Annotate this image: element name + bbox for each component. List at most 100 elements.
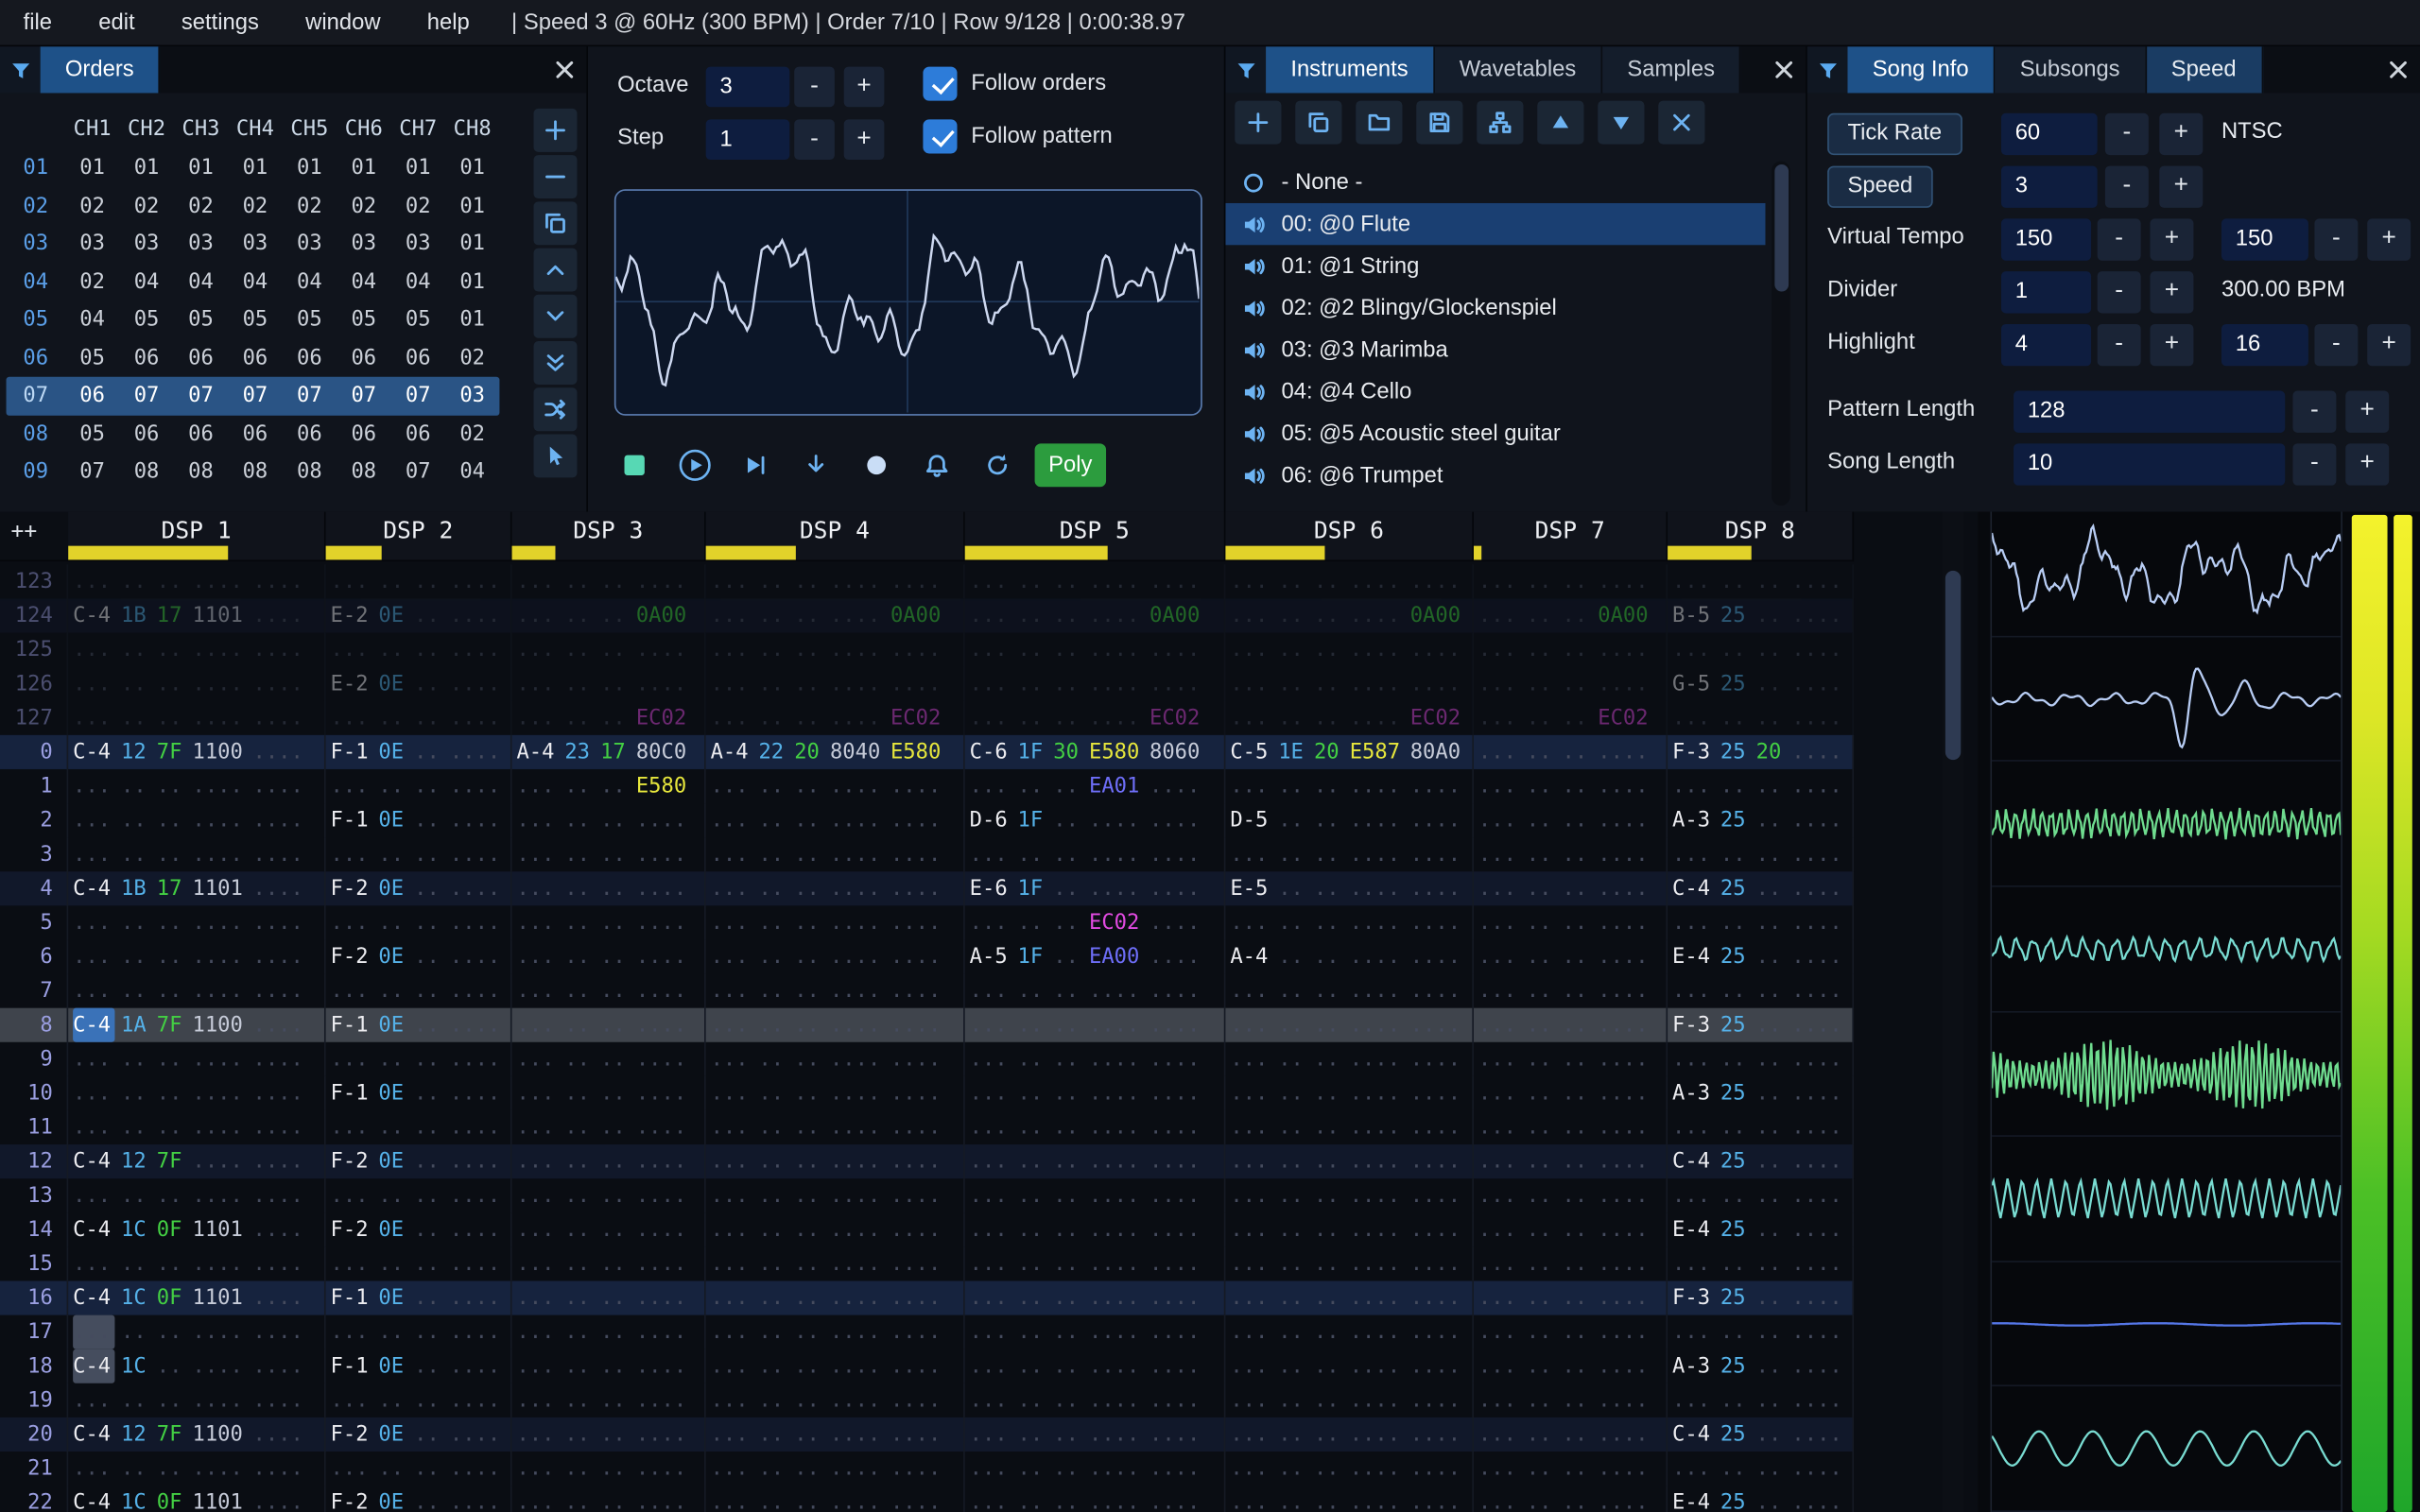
order-row-08[interactable]: 08 05 06 06 06 06 06 06 02 [7, 415, 500, 453]
order-cell[interactable]: 01 [445, 269, 499, 294]
order-cell[interactable]: 06 [119, 346, 173, 370]
order-cell[interactable]: 04 [228, 269, 282, 294]
pattern-cell[interactable]: ........... [512, 632, 706, 667]
repeat-pattern-button[interactable] [975, 442, 1021, 489]
speed-input[interactable]: 3 [2000, 165, 2098, 208]
pattern-cell[interactable]: ........... [1474, 1486, 1668, 1512]
pattern-cell[interactable]: ........... [326, 1109, 512, 1145]
pattern-cell[interactable]: A-3 25...... [1668, 1349, 1855, 1383]
tick-rate-decrease-button[interactable]: - [2104, 112, 2149, 156]
pattern-cell[interactable]: ............... [706, 871, 965, 906]
order-cell[interactable]: 07 [119, 384, 173, 408]
duplicate-order-button[interactable] [533, 201, 578, 246]
pattern-cell[interactable]: ............... [68, 564, 326, 599]
pattern-cell[interactable]: ........... [1474, 837, 1668, 872]
pattern-cell[interactable]: ............... [1225, 1246, 1474, 1281]
pattern-cell[interactable]: F-2 0E...... [326, 1486, 512, 1512]
pattern-cell[interactable]: ....... 0A00 [1474, 598, 1668, 633]
pattern-cell[interactable]: F-3 25...... [1668, 1007, 1855, 1042]
order-cell[interactable]: 02 [337, 194, 390, 218]
pattern-cell[interactable]: ............... [965, 1007, 1226, 1042]
pattern-cell[interactable]: ........... [1668, 1178, 1855, 1213]
pattern-cell[interactable]: C-6 1F 30 E580 8060 [965, 734, 1226, 769]
pattern-cell[interactable]: ........... [1668, 1452, 1855, 1486]
pattern-cell[interactable]: F-1 0E...... [326, 1349, 512, 1383]
order-cell[interactable]: 04 [337, 269, 390, 294]
pattern-cell[interactable]: ............... [68, 1383, 326, 1418]
pattern-cell[interactable]: ........... [1474, 1075, 1668, 1110]
pattern-cell[interactable]: F-2 0E...... [326, 1212, 512, 1247]
order-cell[interactable]: 03 [119, 232, 173, 256]
order-cell[interactable]: 06 [391, 346, 445, 370]
pattern-cell[interactable]: ............... [68, 1041, 326, 1076]
pattern-cell[interactable]: E-4 25...... [1668, 1212, 1855, 1247]
instrument-list-scrollbar[interactable] [1772, 161, 1790, 506]
order-cell[interactable]: 05 [283, 307, 337, 332]
pattern-cell[interactable]: ........... [1474, 632, 1668, 667]
pattern-cell[interactable]: ........... [512, 905, 706, 940]
pattern-cell[interactable]: E-2 0E...... [326, 598, 512, 633]
pattern-cell[interactable]: A-4 22 20 8040 E580 [706, 734, 965, 769]
pattern-cell[interactable]: ........... [1668, 1041, 1855, 1076]
pattern-cell[interactable]: ............... [68, 1314, 326, 1349]
pattern-cell[interactable]: ........... [1668, 905, 1855, 940]
pattern-cell[interactable]: ............... [965, 1417, 1226, 1452]
highlight-second-input[interactable]: 16 [2221, 323, 2308, 367]
pattern-cell[interactable]: ........... 0A00 [1225, 598, 1474, 633]
pattern-cell[interactable]: ........... [512, 1007, 706, 1042]
order-cell[interactable]: 06 [337, 421, 390, 446]
pattern-cell[interactable]: ........... EC02 [706, 700, 965, 735]
delete-instrument-button[interactable] [1658, 100, 1705, 145]
pattern-cell[interactable]: ............... [68, 632, 326, 667]
tick-rate-increase-button[interactable]: + [2159, 112, 2204, 156]
pattern-cell[interactable]: ............... [965, 837, 1226, 872]
order-edit-mode-button[interactable] [533, 434, 578, 478]
pattern-cell[interactable]: ............... [965, 1075, 1226, 1110]
pattern-cell[interactable]: C-4 12 7F........ [68, 1144, 326, 1179]
pattern-cell[interactable]: F-2 0E...... [326, 1144, 512, 1179]
tab-song-info[interactable]: Song Info [1847, 46, 1996, 94]
pattern-cell[interactable]: ........... [326, 1383, 512, 1418]
pattern-cell[interactable]: ............... [706, 1349, 965, 1383]
pattern-cell[interactable]: ............... [965, 1212, 1226, 1247]
pattern-cell[interactable]: ............... [965, 1109, 1226, 1145]
pattern-cell[interactable]: ............... [706, 1075, 965, 1110]
highlight-first-decrease-button[interactable]: - [2097, 323, 2141, 367]
pattern-cell[interactable]: ....... EC02.... [965, 905, 1226, 940]
pattern-cell[interactable]: ............... [1225, 1212, 1474, 1247]
pattern-expand-button[interactable]: ++ [0, 512, 68, 560]
pattern-cell[interactable]: ............... [965, 1314, 1226, 1349]
instrument-item[interactable]: 03: @3 Marimba [1225, 329, 1765, 370]
pattern-cell[interactable]: F-1 0E...... [326, 1007, 512, 1042]
duplicate-instrument-button[interactable] [1295, 100, 1342, 145]
order-cell[interactable]: 02 [174, 194, 228, 218]
pattern-cell[interactable]: ............... [965, 1452, 1226, 1486]
pattern-cell[interactable]: ........... [512, 1383, 706, 1418]
pattern-cell[interactable]: A-4............ [1225, 939, 1474, 974]
pattern-cell[interactable]: ............... [965, 1349, 1226, 1383]
order-cell[interactable]: 05 [65, 346, 119, 370]
pattern-cell[interactable]: ........... [1474, 973, 1668, 1008]
pattern-cell[interactable]: ............... [1225, 1383, 1474, 1418]
pattern-cell[interactable]: ....... EA01.... [965, 768, 1226, 804]
pattern-cell[interactable]: ........... [326, 1314, 512, 1349]
order-change-mode-button[interactable] [533, 387, 578, 432]
order-cell[interactable]: 07 [391, 384, 445, 408]
filter-icon[interactable] [1806, 46, 1848, 94]
pattern-cell[interactable]: ........... [512, 1486, 706, 1512]
pattern-cell[interactable]: C-4 25...... [1668, 1417, 1855, 1452]
order-cell[interactable]: 02 [228, 194, 282, 218]
speed-increase-button[interactable]: + [2159, 165, 2204, 208]
pattern-cell[interactable]: ............... [965, 666, 1226, 701]
pattern-cell[interactable]: ........... [1668, 1109, 1855, 1145]
pattern-cell[interactable]: ........... [1474, 1349, 1668, 1383]
pattern-cell[interactable]: ........... [1474, 1452, 1668, 1486]
order-row-06[interactable]: 06 05 06 06 06 06 06 06 02 [7, 339, 500, 377]
instrument-item[interactable]: - None - [1225, 162, 1765, 203]
pattern-cell[interactable]: ........... [512, 564, 706, 599]
pattern-cell[interactable]: A-3 25...... [1668, 803, 1855, 838]
order-cell[interactable]: 01 [228, 156, 282, 180]
tick-rate-button[interactable]: Tick Rate [1827, 112, 1962, 156]
pattern-cell[interactable]: ............... [706, 1041, 965, 1076]
pattern-cell[interactable]: ........... [1474, 1178, 1668, 1213]
